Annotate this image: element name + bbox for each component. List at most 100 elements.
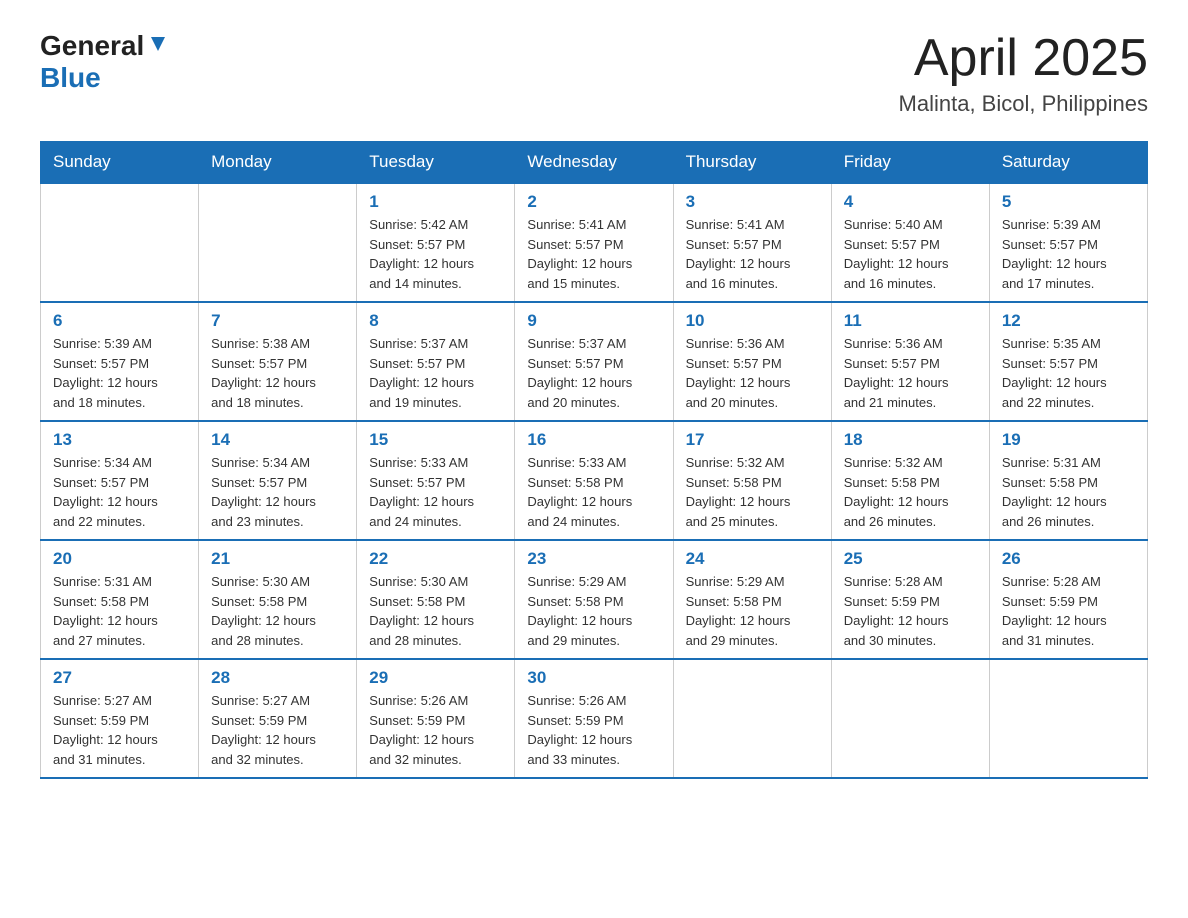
location-title: Malinta, Bicol, Philippines <box>899 91 1148 117</box>
day-info: Sunrise: 5:30 AM Sunset: 5:58 PM Dayligh… <box>369 572 502 650</box>
day-number: 21 <box>211 549 344 569</box>
day-number: 30 <box>527 668 660 688</box>
calendar-cell: 10 Sunrise: 5:36 AM Sunset: 5:57 PM Dayli… <box>673 302 831 421</box>
day-info: Sunrise: 5:36 AM Sunset: 5:57 PM Dayligh… <box>686 334 819 412</box>
day-number: 2 <box>527 192 660 212</box>
day-number: 28 <box>211 668 344 688</box>
day-info: Sunrise: 5:31 AM Sunset: 5:58 PM Dayligh… <box>1002 453 1135 531</box>
calendar-cell: 7 Sunrise: 5:38 AM Sunset: 5:57 PM Daylig… <box>199 302 357 421</box>
calendar-cell: 23 Sunrise: 5:29 AM Sunset: 5:58 PM Dayli… <box>515 540 673 659</box>
day-info: Sunrise: 5:32 AM Sunset: 5:58 PM Dayligh… <box>844 453 977 531</box>
day-number: 12 <box>1002 311 1135 331</box>
calendar-cell: 26 Sunrise: 5:28 AM Sunset: 5:59 PM Dayli… <box>989 540 1147 659</box>
day-info: Sunrise: 5:27 AM Sunset: 5:59 PM Dayligh… <box>53 691 186 769</box>
month-title: April 2025 <box>899 30 1148 87</box>
day-number: 18 <box>844 430 977 450</box>
day-number: 16 <box>527 430 660 450</box>
column-header-wednesday: Wednesday <box>515 142 673 184</box>
day-number: 27 <box>53 668 186 688</box>
calendar-cell: 9Sunrise: 5:37 AM Sunset: 5:57 PM Daylig… <box>515 302 673 421</box>
day-info: Sunrise: 5:29 AM Sunset: 5:58 PM Dayligh… <box>686 572 819 650</box>
calendar-cell: 16 Sunrise: 5:33 AM Sunset: 5:58 PM Dayli… <box>515 421 673 540</box>
day-number: 7 <box>211 311 344 331</box>
calendar-week-row: 20 Sunrise: 5:31 AM Sunset: 5:58 PM Dayli… <box>41 540 1148 659</box>
day-number: 15 <box>369 430 502 450</box>
calendar-cell: 27 Sunrise: 5:27 AM Sunset: 5:59 PM Dayli… <box>41 659 199 778</box>
column-header-saturday: Saturday <box>989 142 1147 184</box>
logo-arrow-icon <box>147 33 169 60</box>
day-info: Sunrise: 5:31 AM Sunset: 5:58 PM Dayligh… <box>53 572 186 650</box>
calendar-cell: 20 Sunrise: 5:31 AM Sunset: 5:58 PM Dayli… <box>41 540 199 659</box>
calendar-week-row: 6 Sunrise: 5:39 AM Sunset: 5:57 PM Daylig… <box>41 302 1148 421</box>
calendar-cell: 17 Sunrise: 5:32 AM Sunset: 5:58 PM Dayli… <box>673 421 831 540</box>
day-number: 9 <box>527 311 660 331</box>
calendar-cell: 8 Sunrise: 5:37 AM Sunset: 5:57 PM Daylig… <box>357 302 515 421</box>
calendar-cell: 28Sunrise: 5:27 AM Sunset: 5:59 PM Dayli… <box>199 659 357 778</box>
calendar-cell <box>673 659 831 778</box>
column-header-friday: Friday <box>831 142 989 184</box>
calendar-cell: 18 Sunrise: 5:32 AM Sunset: 5:58 PM Dayli… <box>831 421 989 540</box>
day-number: 17 <box>686 430 819 450</box>
day-number: 4 <box>844 192 977 212</box>
calendar-cell: 4 Sunrise: 5:40 AM Sunset: 5:57 PM Daylig… <box>831 183 989 302</box>
day-number: 24 <box>686 549 819 569</box>
calendar-cell: 5Sunrise: 5:39 AM Sunset: 5:57 PM Daylig… <box>989 183 1147 302</box>
day-number: 10 <box>686 311 819 331</box>
calendar-cell: 21 Sunrise: 5:30 AM Sunset: 5:58 PM Dayli… <box>199 540 357 659</box>
day-number: 23 <box>527 549 660 569</box>
column-header-sunday: Sunday <box>41 142 199 184</box>
calendar-week-row: 27 Sunrise: 5:27 AM Sunset: 5:59 PM Dayli… <box>41 659 1148 778</box>
day-number: 22 <box>369 549 502 569</box>
day-info: Sunrise: 5:32 AM Sunset: 5:58 PM Dayligh… <box>686 453 819 531</box>
column-header-tuesday: Tuesday <box>357 142 515 184</box>
logo-blue-text: Blue <box>40 62 101 93</box>
day-info: Sunrise: 5:35 AM Sunset: 5:57 PM Dayligh… <box>1002 334 1135 412</box>
day-number: 20 <box>53 549 186 569</box>
calendar-cell: 15Sunrise: 5:33 AM Sunset: 5:57 PM Dayli… <box>357 421 515 540</box>
day-info: Sunrise: 5:26 AM Sunset: 5:59 PM Dayligh… <box>369 691 502 769</box>
calendar-cell: 3 Sunrise: 5:41 AM Sunset: 5:57 PM Daylig… <box>673 183 831 302</box>
calendar-cell <box>989 659 1147 778</box>
day-info: Sunrise: 5:33 AM Sunset: 5:58 PM Dayligh… <box>527 453 660 531</box>
day-info: Sunrise: 5:36 AM Sunset: 5:57 PM Dayligh… <box>844 334 977 412</box>
day-info: Sunrise: 5:34 AM Sunset: 5:57 PM Dayligh… <box>53 453 186 531</box>
day-number: 8 <box>369 311 502 331</box>
day-number: 5 <box>1002 192 1135 212</box>
day-info: Sunrise: 5:41 AM Sunset: 5:57 PM Dayligh… <box>527 215 660 293</box>
calendar-cell: 2 Sunrise: 5:41 AM Sunset: 5:57 PM Daylig… <box>515 183 673 302</box>
day-info: Sunrise: 5:34 AM Sunset: 5:57 PM Dayligh… <box>211 453 344 531</box>
day-number: 13 <box>53 430 186 450</box>
day-number: 3 <box>686 192 819 212</box>
day-info: Sunrise: 5:38 AM Sunset: 5:57 PM Dayligh… <box>211 334 344 412</box>
day-number: 25 <box>844 549 977 569</box>
calendar-table: SundayMondayTuesdayWednesdayThursdayFrid… <box>40 141 1148 779</box>
calendar-cell <box>199 183 357 302</box>
day-number: 26 <box>1002 549 1135 569</box>
calendar-cell: 14 Sunrise: 5:34 AM Sunset: 5:57 PM Dayli… <box>199 421 357 540</box>
column-header-monday: Monday <box>199 142 357 184</box>
day-info: Sunrise: 5:39 AM Sunset: 5:57 PM Dayligh… <box>53 334 186 412</box>
day-info: Sunrise: 5:41 AM Sunset: 5:57 PM Dayligh… <box>686 215 819 293</box>
logo: General Blue <box>40 30 169 94</box>
day-number: 1 <box>369 192 502 212</box>
day-number: 11 <box>844 311 977 331</box>
day-info: Sunrise: 5:29 AM Sunset: 5:58 PM Dayligh… <box>527 572 660 650</box>
calendar-cell: 24 Sunrise: 5:29 AM Sunset: 5:58 PM Dayli… <box>673 540 831 659</box>
day-info: Sunrise: 5:28 AM Sunset: 5:59 PM Dayligh… <box>1002 572 1135 650</box>
day-info: Sunrise: 5:30 AM Sunset: 5:58 PM Dayligh… <box>211 572 344 650</box>
calendar-cell: 11 Sunrise: 5:36 AM Sunset: 5:57 PM Dayli… <box>831 302 989 421</box>
calendar-cell: 25Sunrise: 5:28 AM Sunset: 5:59 PM Dayli… <box>831 540 989 659</box>
calendar-cell: 1 Sunrise: 5:42 AM Sunset: 5:57 PM Daylig… <box>357 183 515 302</box>
day-info: Sunrise: 5:40 AM Sunset: 5:57 PM Dayligh… <box>844 215 977 293</box>
calendar-week-row: 13 Sunrise: 5:34 AM Sunset: 5:57 PM Dayli… <box>41 421 1148 540</box>
day-number: 14 <box>211 430 344 450</box>
day-info: Sunrise: 5:37 AM Sunset: 5:57 PM Dayligh… <box>369 334 502 412</box>
day-number: 6 <box>53 311 186 331</box>
calendar-week-row: 1 Sunrise: 5:42 AM Sunset: 5:57 PM Daylig… <box>41 183 1148 302</box>
day-number: 19 <box>1002 430 1135 450</box>
logo-general-text: General <box>40 30 144 62</box>
calendar-cell: 13 Sunrise: 5:34 AM Sunset: 5:57 PM Dayli… <box>41 421 199 540</box>
day-info: Sunrise: 5:42 AM Sunset: 5:57 PM Dayligh… <box>369 215 502 293</box>
calendar-cell: 6 Sunrise: 5:39 AM Sunset: 5:57 PM Daylig… <box>41 302 199 421</box>
column-header-thursday: Thursday <box>673 142 831 184</box>
